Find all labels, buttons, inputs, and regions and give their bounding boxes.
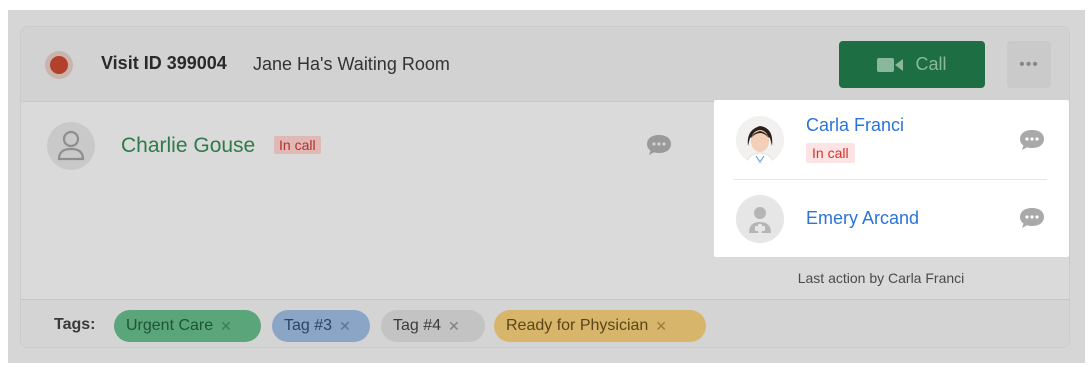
video-camera-icon bbox=[877, 57, 904, 72]
participant-row[interactable]: Emery Arcand bbox=[714, 180, 1069, 258]
tags-bar: Tags: Urgent Care ✕ Tag #3 ✕ Tag #4 ✕ Re… bbox=[21, 299, 1069, 347]
visit-id: Visit ID 399004 bbox=[101, 53, 227, 73]
visit-header: Visit ID 399004 Jane Ha's Waiting Room C… bbox=[21, 27, 1069, 102]
call-button-label: Call bbox=[915, 54, 947, 74]
remove-tag-icon[interactable]: ✕ bbox=[655, 318, 667, 335]
remove-tag-icon[interactable]: ✕ bbox=[339, 318, 351, 335]
patient-status-badge: In call bbox=[274, 136, 321, 154]
tag-label: Tag #3 bbox=[284, 317, 333, 334]
doctor-icon bbox=[736, 195, 784, 243]
tag-label: Ready for Physician bbox=[506, 317, 649, 334]
participant-row[interactable]: Carla Franci In call bbox=[714, 100, 1069, 178]
waiting-room-name: Jane Ha's Waiting Room bbox=[253, 54, 450, 74]
participant-avatar bbox=[736, 116, 784, 164]
tag-urgent-care[interactable]: Urgent Care ✕ bbox=[114, 310, 261, 342]
participant-name[interactable]: Carla Franci bbox=[806, 115, 904, 136]
more-dots-icon: ••• bbox=[1019, 55, 1039, 73]
user-icon bbox=[47, 122, 95, 170]
tag-3[interactable]: Tag #3 ✕ bbox=[272, 310, 370, 342]
tag-ready-for-physician[interactable]: Ready for Physician ✕ bbox=[494, 310, 706, 342]
chat-bubble-icon[interactable] bbox=[1018, 128, 1046, 152]
remove-tag-icon[interactable]: ✕ bbox=[448, 318, 460, 335]
last-action-text: Last action by Carla Franci bbox=[797, 270, 965, 286]
chat-bubble-icon[interactable] bbox=[645, 133, 673, 157]
tag-label: Tag #4 bbox=[393, 317, 442, 334]
chat-bubble-icon[interactable] bbox=[1018, 206, 1046, 230]
call-button[interactable]: Call bbox=[839, 41, 985, 88]
patient-name[interactable]: Charlie Gouse bbox=[121, 134, 255, 158]
participants-popover: Carla Franci In call Emery Arcand bbox=[714, 100, 1069, 257]
tag-label: Urgent Care bbox=[126, 317, 214, 334]
tags-label: Tags: bbox=[54, 316, 96, 333]
recording-dot-icon bbox=[50, 56, 68, 74]
remove-tag-icon[interactable]: ✕ bbox=[220, 318, 232, 335]
participant-name[interactable]: Emery Arcand bbox=[806, 208, 919, 229]
more-options-button[interactable]: ••• bbox=[1007, 41, 1051, 88]
tag-4[interactable]: Tag #4 ✕ bbox=[381, 310, 485, 342]
participant-status-badge: In call bbox=[806, 143, 855, 163]
